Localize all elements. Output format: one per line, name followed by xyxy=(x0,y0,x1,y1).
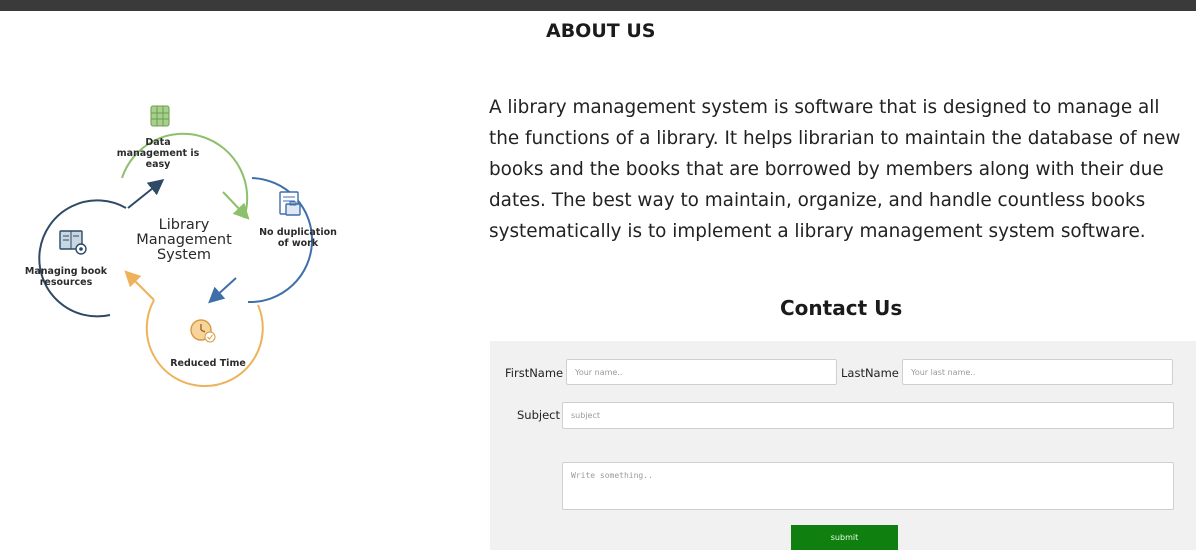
firstname-label: FirstName xyxy=(505,366,564,380)
contact-form: FirstName LastName Subject submit xyxy=(490,341,1196,550)
about-title: ABOUT US xyxy=(546,20,656,42)
node-data-management: Data management is easy xyxy=(116,137,200,170)
lastname-label: LastName xyxy=(841,366,899,380)
clock-icon xyxy=(190,319,216,343)
blue-arrow xyxy=(208,277,237,304)
node-no-duplication: No duplication of work xyxy=(259,227,337,249)
lastname-input[interactable] xyxy=(902,359,1173,385)
top-bar xyxy=(0,0,1196,11)
node-reduced-time: Reduced Time xyxy=(170,358,246,369)
document-briefcase-icon xyxy=(279,191,301,216)
message-textarea[interactable] xyxy=(562,462,1174,510)
database-icon xyxy=(150,105,170,127)
navy-arc xyxy=(38,199,127,318)
book-gear-icon xyxy=(59,230,87,255)
firstname-input[interactable] xyxy=(566,359,837,385)
subject-input[interactable] xyxy=(562,402,1174,429)
submit-button[interactable]: submit xyxy=(791,525,898,550)
contact-title: Contact Us xyxy=(780,296,903,320)
subject-label: Subject xyxy=(517,408,560,422)
about-paragraph: A library management system is software … xyxy=(489,97,1181,242)
green-arrow xyxy=(222,191,250,220)
diagram-center-label: Library Management System xyxy=(136,217,232,264)
orange-arrow xyxy=(124,270,155,301)
lms-diagram: Data management is easy No duplication o… xyxy=(18,80,368,460)
node-managing-books: Managing book resources xyxy=(24,266,108,288)
orange-arc xyxy=(145,299,264,387)
navy-arrow xyxy=(127,179,165,209)
